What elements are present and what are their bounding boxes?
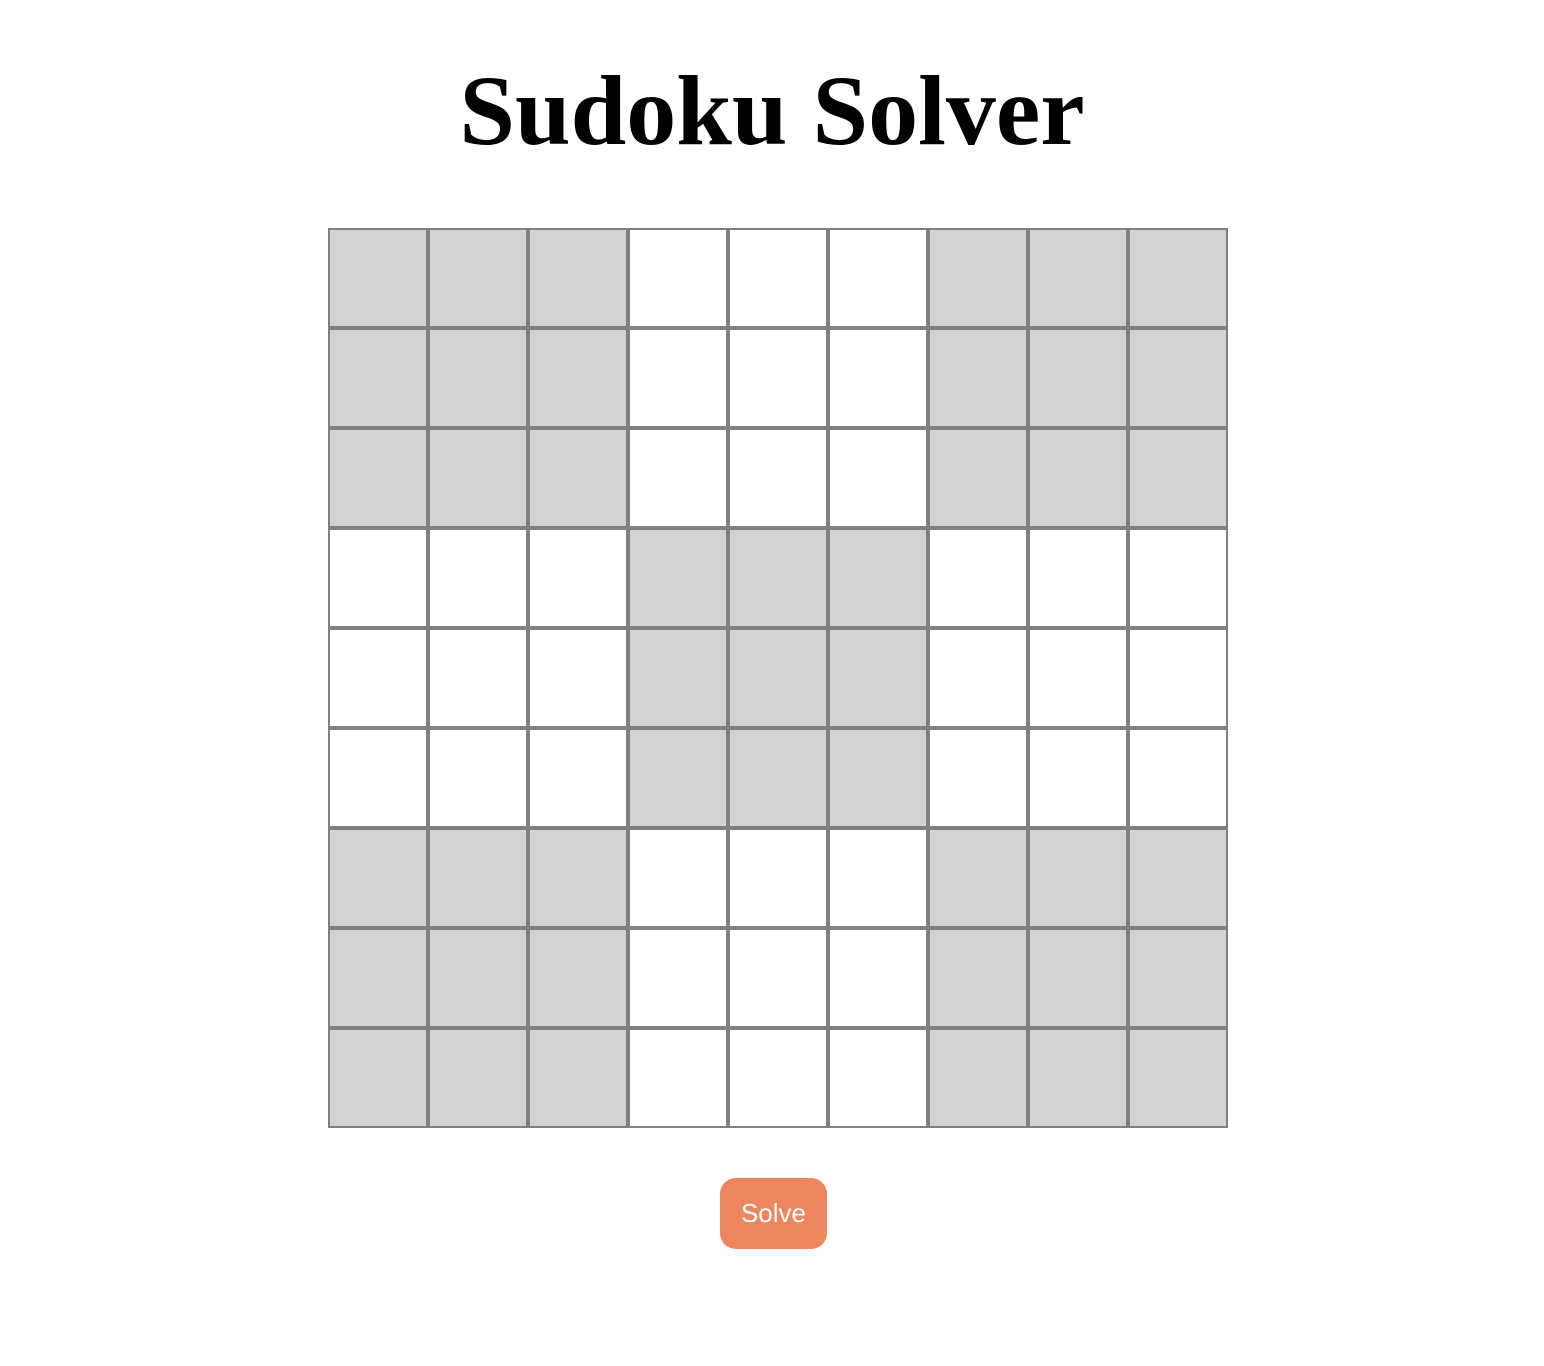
- sudoku-cell[interactable]: [528, 428, 628, 528]
- sudoku-cell[interactable]: [428, 628, 528, 728]
- sudoku-cell[interactable]: [528, 328, 628, 428]
- sudoku-cell[interactable]: [328, 928, 428, 1028]
- sudoku-cell[interactable]: [428, 1028, 528, 1128]
- sudoku-cell[interactable]: [828, 328, 928, 428]
- sudoku-cell[interactable]: [928, 728, 1028, 828]
- sudoku-cell[interactable]: [328, 1028, 428, 1128]
- sudoku-cell[interactable]: [1028, 928, 1128, 1028]
- sudoku-board: [328, 228, 1228, 1128]
- sudoku-cell[interactable]: [528, 928, 628, 1028]
- sudoku-cell[interactable]: [728, 1028, 828, 1128]
- sudoku-cell[interactable]: [328, 328, 428, 428]
- sudoku-cell[interactable]: [928, 1028, 1028, 1128]
- sudoku-cell[interactable]: [928, 828, 1028, 928]
- sudoku-cell[interactable]: [1128, 528, 1228, 628]
- sudoku-cell[interactable]: [728, 428, 828, 528]
- sudoku-cell[interactable]: [1128, 728, 1228, 828]
- solve-button[interactable]: Solve: [720, 1178, 827, 1249]
- page-title: Sudoku Solver: [459, 55, 1085, 166]
- sudoku-cell[interactable]: [628, 928, 728, 1028]
- sudoku-cell[interactable]: [628, 428, 728, 528]
- sudoku-cell[interactable]: [528, 628, 628, 728]
- sudoku-cell[interactable]: [428, 428, 528, 528]
- sudoku-cell[interactable]: [628, 828, 728, 928]
- sudoku-cell[interactable]: [828, 428, 928, 528]
- sudoku-cell[interactable]: [1128, 228, 1228, 328]
- sudoku-cell[interactable]: [428, 528, 528, 628]
- sudoku-cell[interactable]: [628, 528, 728, 628]
- sudoku-cell[interactable]: [628, 1028, 728, 1128]
- sudoku-cell[interactable]: [728, 328, 828, 428]
- sudoku-cell[interactable]: [828, 228, 928, 328]
- sudoku-cell[interactable]: [628, 328, 728, 428]
- sudoku-cell[interactable]: [528, 528, 628, 628]
- sudoku-cell[interactable]: [1028, 828, 1128, 928]
- sudoku-cell[interactable]: [328, 428, 428, 528]
- sudoku-cell[interactable]: [728, 728, 828, 828]
- sudoku-cell[interactable]: [1128, 1028, 1228, 1128]
- sudoku-cell[interactable]: [1028, 628, 1128, 728]
- sudoku-cell[interactable]: [1128, 328, 1228, 428]
- sudoku-cell[interactable]: [728, 828, 828, 928]
- sudoku-cell[interactable]: [1028, 528, 1128, 628]
- sudoku-cell[interactable]: [328, 628, 428, 728]
- sudoku-cell[interactable]: [428, 328, 528, 428]
- sudoku-cell[interactable]: [428, 228, 528, 328]
- sudoku-cell[interactable]: [328, 228, 428, 328]
- sudoku-cell[interactable]: [1128, 628, 1228, 728]
- sudoku-cell[interactable]: [828, 828, 928, 928]
- sudoku-cell[interactable]: [1128, 828, 1228, 928]
- sudoku-cell[interactable]: [728, 628, 828, 728]
- sudoku-cell[interactable]: [328, 728, 428, 828]
- sudoku-cell[interactable]: [828, 728, 928, 828]
- sudoku-cell[interactable]: [1028, 228, 1128, 328]
- sudoku-cell[interactable]: [428, 928, 528, 1028]
- sudoku-cell[interactable]: [928, 628, 1028, 728]
- sudoku-cell[interactable]: [1028, 328, 1128, 428]
- sudoku-cell[interactable]: [928, 428, 1028, 528]
- sudoku-cell[interactable]: [1128, 428, 1228, 528]
- sudoku-cell[interactable]: [1028, 1028, 1128, 1128]
- sudoku-cell[interactable]: [528, 828, 628, 928]
- sudoku-cell[interactable]: [928, 228, 1028, 328]
- sudoku-cell[interactable]: [828, 628, 928, 728]
- sudoku-cell[interactable]: [628, 228, 728, 328]
- sudoku-cell[interactable]: [928, 328, 1028, 428]
- sudoku-cell[interactable]: [928, 928, 1028, 1028]
- sudoku-cell[interactable]: [328, 528, 428, 628]
- sudoku-cell[interactable]: [428, 828, 528, 928]
- sudoku-cell[interactable]: [628, 728, 728, 828]
- sudoku-cell[interactable]: [828, 1028, 928, 1128]
- sudoku-cell[interactable]: [728, 928, 828, 1028]
- sudoku-cell[interactable]: [728, 528, 828, 628]
- sudoku-cell[interactable]: [528, 228, 628, 328]
- sudoku-cell[interactable]: [428, 728, 528, 828]
- sudoku-cell[interactable]: [328, 828, 428, 928]
- sudoku-cell[interactable]: [728, 228, 828, 328]
- sudoku-cell[interactable]: [628, 628, 728, 728]
- sudoku-cell[interactable]: [1028, 728, 1128, 828]
- sudoku-cell[interactable]: [528, 1028, 628, 1128]
- sudoku-cell[interactable]: [1128, 928, 1228, 1028]
- sudoku-cell[interactable]: [828, 928, 928, 1028]
- sudoku-cell[interactable]: [928, 528, 1028, 628]
- sudoku-cell[interactable]: [828, 528, 928, 628]
- sudoku-cell[interactable]: [1028, 428, 1128, 528]
- sudoku-cell[interactable]: [528, 728, 628, 828]
